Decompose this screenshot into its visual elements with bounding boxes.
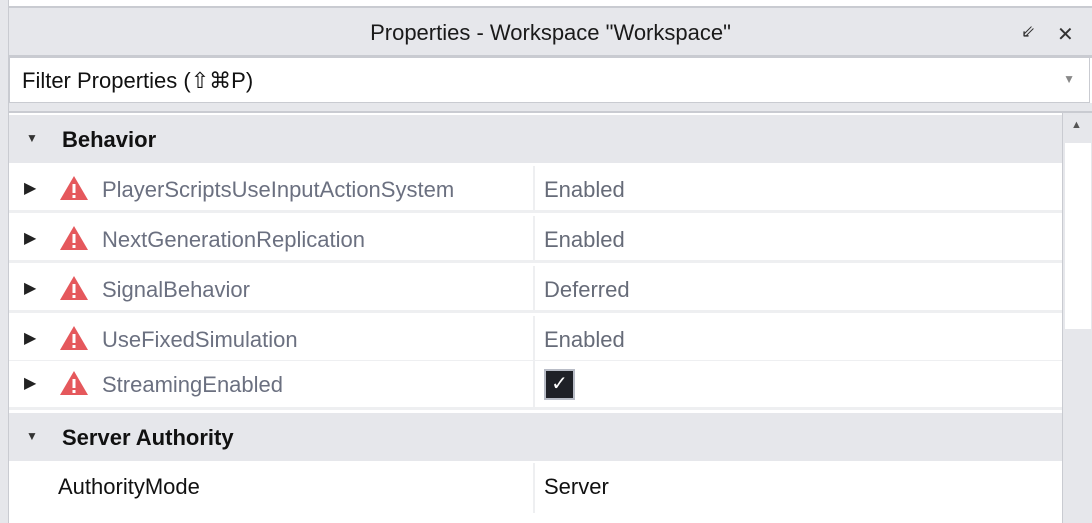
property-row[interactable]: ▶ NextGenerationReplication Enabled bbox=[9, 216, 1062, 263]
property-row[interactable]: ▶ StreamingEnabled ✓ bbox=[9, 361, 1062, 410]
expand-arrow-icon[interactable]: ▶ bbox=[24, 228, 36, 248]
property-row[interactable]: ▶ PlayerScriptsUseInputActionSystem Enab… bbox=[9, 166, 1062, 213]
window-title: Properties - Workspace "Workspace" bbox=[370, 20, 731, 45]
expand-arrow-icon[interactable]: ▶ bbox=[24, 373, 36, 393]
column-divider[interactable] bbox=[533, 463, 535, 513]
category-server-authority[interactable]: ▼ Server Authority bbox=[9, 413, 1062, 461]
category-label: Server Authority bbox=[62, 425, 234, 450]
property-name: PlayerScriptsUseInputActionSystem bbox=[102, 177, 455, 202]
collapse-arrow-icon[interactable]: ▼ bbox=[26, 131, 38, 145]
warning-icon bbox=[60, 371, 88, 395]
warning-icon bbox=[60, 226, 88, 250]
property-name: AuthorityMode bbox=[58, 474, 200, 499]
property-value[interactable]: Server bbox=[544, 474, 609, 500]
expand-arrow-icon[interactable]: ▶ bbox=[24, 328, 36, 348]
filter-properties-input[interactable]: Filter Properties (⇧⌘P) ▼ bbox=[9, 58, 1090, 103]
expand-arrow-icon[interactable]: ▶ bbox=[24, 178, 36, 198]
property-name: StreamingEnabled bbox=[102, 372, 284, 397]
scroll-up-arrow-icon[interactable]: ▲ bbox=[1071, 119, 1082, 131]
property-name: NextGenerationReplication bbox=[102, 227, 365, 252]
warning-icon bbox=[60, 176, 88, 200]
property-row[interactable]: AuthorityMode Server bbox=[9, 463, 1062, 513]
property-name: UseFixedSimulation bbox=[102, 327, 298, 352]
undock-icon[interactable]: ⇙ bbox=[1021, 22, 1035, 42]
column-divider[interactable] bbox=[533, 166, 535, 213]
column-divider[interactable] bbox=[533, 216, 535, 263]
property-value[interactable]: Deferred bbox=[544, 277, 630, 303]
column-divider[interactable] bbox=[533, 316, 535, 363]
warning-icon bbox=[60, 326, 88, 350]
vertical-scrollbar[interactable]: ▲ bbox=[1062, 113, 1092, 523]
expand-arrow-icon[interactable]: ▶ bbox=[24, 278, 36, 298]
divider bbox=[9, 103, 1092, 113]
column-divider[interactable] bbox=[533, 266, 535, 313]
property-value[interactable]: Enabled bbox=[544, 327, 625, 353]
property-value[interactable]: Enabled bbox=[544, 177, 625, 203]
title-bar: Properties - Workspace "Workspace" ⇙ ✕ bbox=[9, 6, 1092, 58]
warning-icon bbox=[60, 276, 88, 300]
scrollbar-thumb[interactable] bbox=[1065, 143, 1091, 329]
streaming-enabled-checkbox[interactable]: ✓ bbox=[544, 369, 575, 400]
category-label: Behavior bbox=[62, 127, 157, 152]
chevron-down-icon[interactable]: ▼ bbox=[1063, 72, 1075, 86]
collapse-arrow-icon[interactable]: ▼ bbox=[26, 429, 38, 443]
category-behavior[interactable]: ▼ Behavior bbox=[9, 115, 1062, 163]
property-row[interactable]: ▶ UseFixedSimulation Enabled bbox=[9, 316, 1062, 363]
window-frame bbox=[0, 0, 9, 523]
property-name: SignalBehavior bbox=[102, 277, 250, 302]
property-value[interactable]: Enabled bbox=[544, 227, 625, 253]
filter-placeholder: Filter Properties (⇧⌘P) bbox=[22, 68, 254, 93]
close-icon[interactable]: ✕ bbox=[1057, 22, 1074, 47]
properties-grid: ▼ Behavior ▶ PlayerScriptsUseInputAction… bbox=[9, 113, 1062, 523]
property-row[interactable]: ▶ SignalBehavior Deferred bbox=[9, 266, 1062, 313]
column-divider[interactable] bbox=[533, 361, 535, 410]
